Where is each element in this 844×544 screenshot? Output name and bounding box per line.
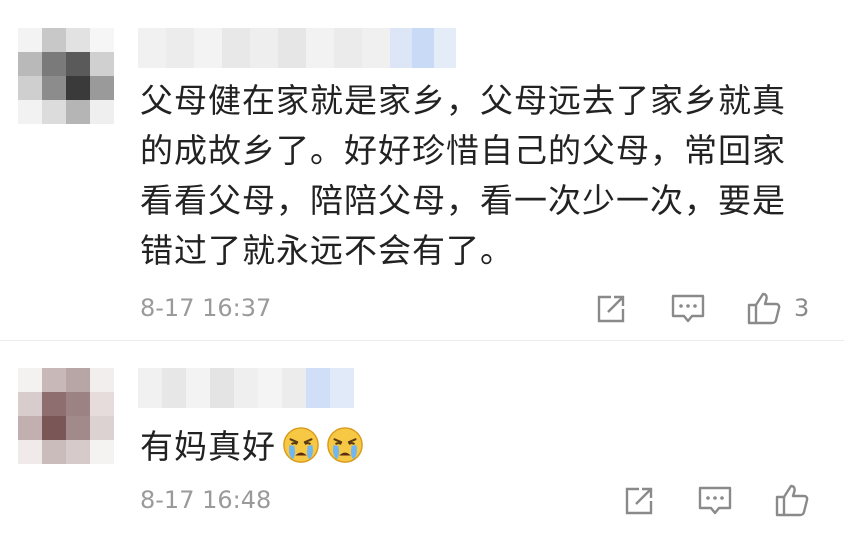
avatar[interactable] xyxy=(18,28,114,124)
comment-text-line: 错过了就永远不会有了。 xyxy=(140,231,514,270)
comment-text-line: 父母健在家就是家乡，父母远去了家乡就真 xyxy=(140,81,786,120)
avatar[interactable] xyxy=(18,368,114,464)
comment-timestamp: 8-17 16:48 xyxy=(140,486,272,514)
comment-item: 有妈真好 8-17 16:48 xyxy=(0,340,844,544)
comment-text-content: 有妈真好 xyxy=(140,427,276,466)
comment-item: 父母健在家就是家乡，父母远去了家乡就真 的成故乡了。好好珍惜自己的父母，常回家 … xyxy=(0,0,844,340)
like-count: 3 xyxy=(794,294,810,322)
like-icon[interactable] xyxy=(774,482,810,518)
crying-face-emoji xyxy=(327,427,363,463)
like-icon[interactable] xyxy=(746,290,782,326)
comment-text-line: 的成故乡了。好好珍惜自己的父母，常回家 xyxy=(140,131,786,170)
share-icon[interactable] xyxy=(622,484,656,518)
comment-icon[interactable] xyxy=(670,292,706,326)
crying-face-emoji xyxy=(283,427,319,463)
username[interactable] xyxy=(138,368,354,408)
comment-text-line: 看看父母，陪陪父母，看一次少一次，要是 xyxy=(140,181,786,220)
username[interactable] xyxy=(138,28,456,68)
share-icon[interactable] xyxy=(594,292,628,326)
comment-text: 有妈真好 xyxy=(140,422,364,472)
comment-timestamp: 8-17 16:37 xyxy=(140,294,272,322)
comment-text: 父母健在家就是家乡，父母远去了家乡就真 的成故乡了。好好珍惜自己的父母，常回家 … xyxy=(140,76,786,276)
comment-icon[interactable] xyxy=(697,484,733,518)
